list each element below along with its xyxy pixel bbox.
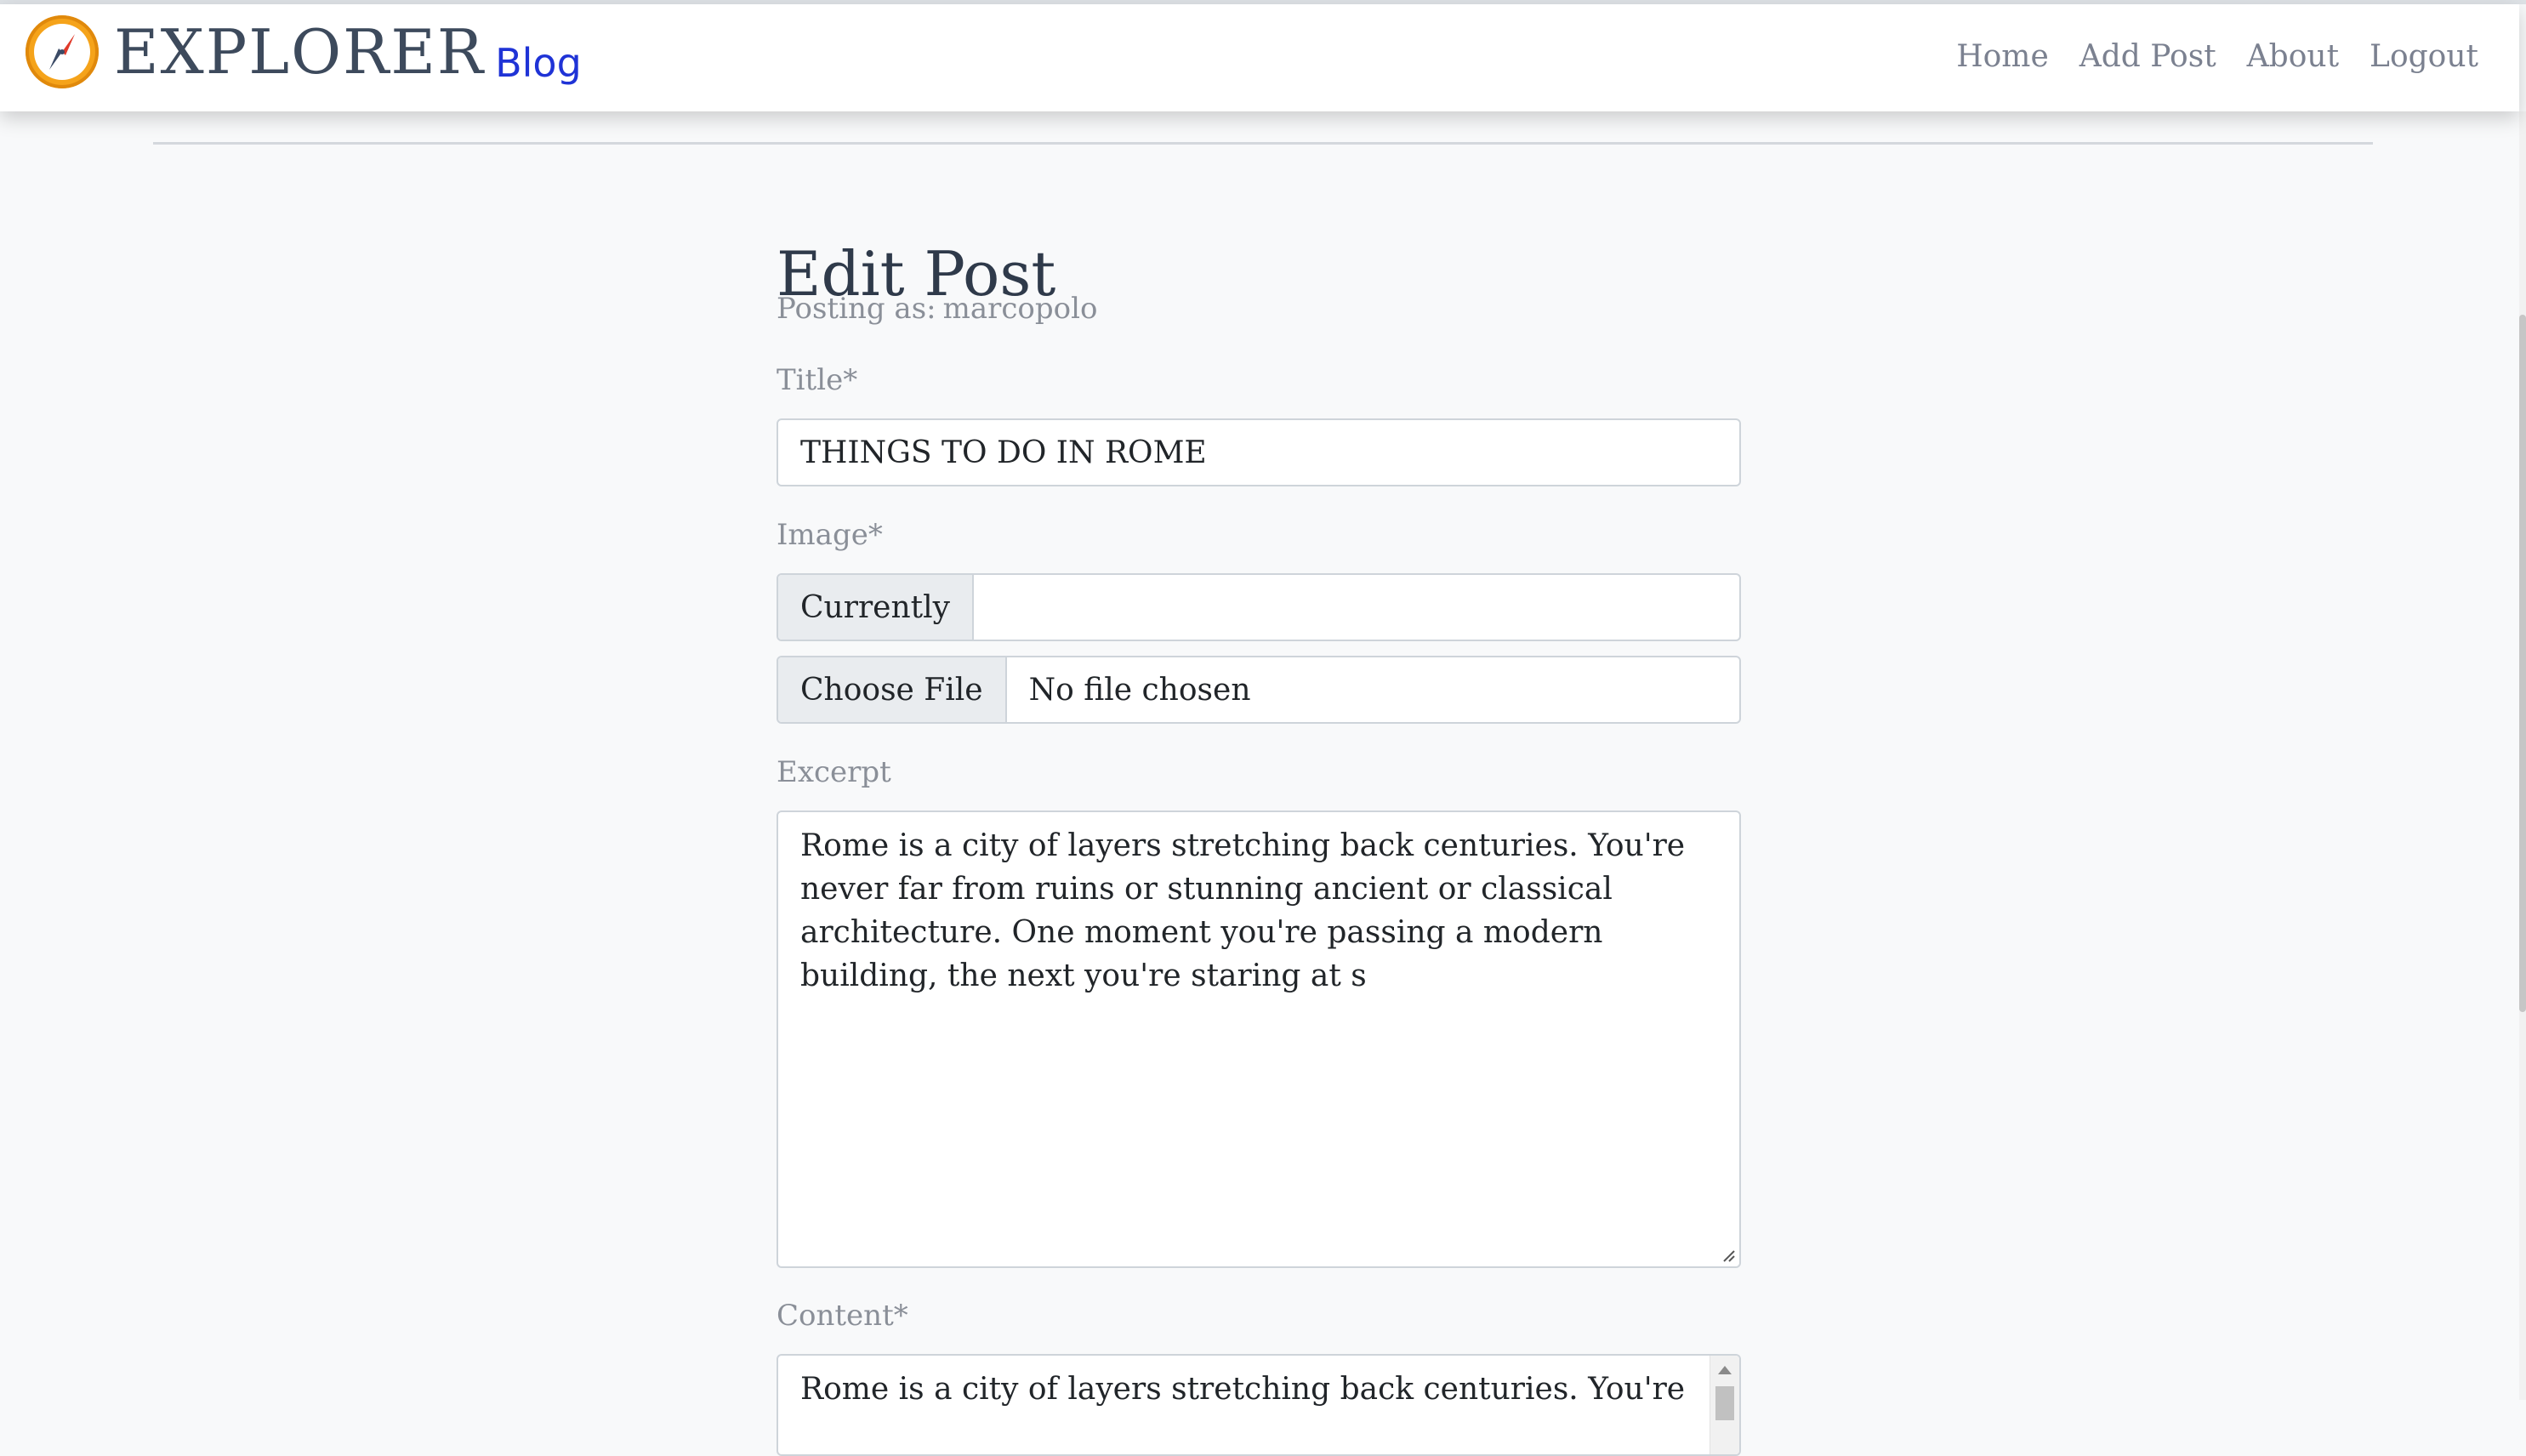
content-scrollbar[interactable] — [1710, 1356, 1739, 1454]
brand-suffix: Blog — [495, 40, 582, 86]
excerpt-label: Excerpt — [777, 755, 891, 789]
title-input[interactable]: THINGS TO DO IN ROME — [777, 418, 1741, 486]
content-scrollbar-thumb[interactable] — [1715, 1386, 1734, 1420]
nav-add-post[interactable]: Add Post — [2079, 42, 2216, 72]
navbar: EXPLORER Blog Home Add Post About Logout — [0, 4, 2519, 111]
file-status: No file chosen — [1028, 672, 1251, 708]
posting-as: Posting as: marcopolo — [777, 294, 1097, 323]
header-divider — [153, 142, 2373, 145]
currently-addon: Currently — [778, 575, 974, 640]
brand-link[interactable]: EXPLORER Blog — [26, 15, 582, 88]
compass-icon — [26, 15, 99, 88]
nav-logout[interactable]: Logout — [2370, 42, 2478, 72]
choose-file-button[interactable]: Choose File — [778, 657, 1007, 722]
page-scrollbar-thumb[interactable] — [2519, 315, 2526, 1012]
content-text: Rome is a city of layers stretching back… — [800, 1372, 1686, 1407]
excerpt-text: Rome is a city of layers stretching back… — [800, 828, 1686, 993]
title-label: Title* — [777, 363, 858, 397]
current-image-value[interactable] — [974, 575, 1739, 640]
nav-home[interactable]: Home — [1956, 42, 2049, 72]
image-label: Image* — [777, 518, 883, 552]
brand-name: EXPLORER — [114, 16, 486, 88]
posting-as-label: Posting as: — [777, 292, 936, 326]
content-textarea[interactable]: Rome is a city of layers stretching back… — [777, 1354, 1741, 1456]
image-current-field: Currently — [777, 573, 1741, 641]
file-input[interactable]: Choose File No file chosen — [777, 656, 1741, 724]
posting-as-user: marcopolo — [942, 292, 1098, 326]
resize-handle-icon[interactable] — [1719, 1246, 1736, 1263]
content-label: Content* — [777, 1299, 908, 1333]
scroll-up-arrow-icon[interactable] — [1718, 1366, 1732, 1374]
nav-links: Home Add Post About Logout — [1926, 42, 2478, 72]
nav-about[interactable]: About — [2247, 42, 2339, 72]
excerpt-textarea[interactable]: Rome is a city of layers stretching back… — [777, 810, 1741, 1268]
